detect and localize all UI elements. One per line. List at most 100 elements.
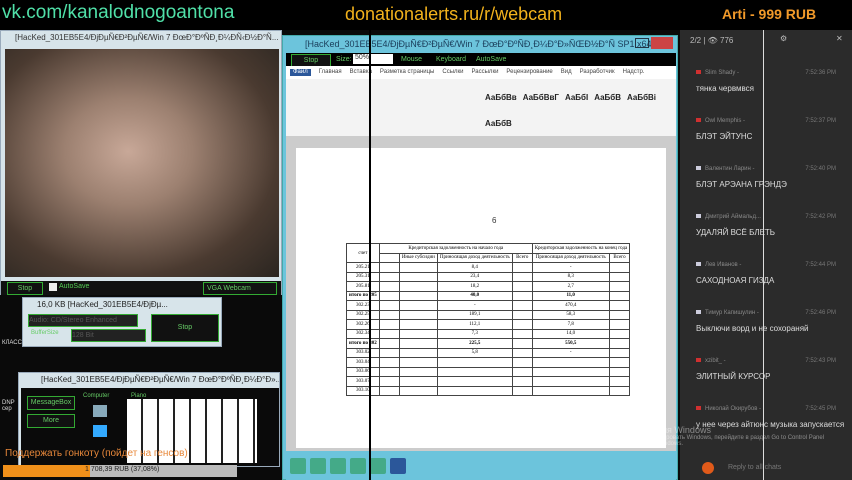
size-select[interactable]: 50% [353,54,393,64]
window-title: 16,0 KB [HacKed_301EB5E4/ÐjÐµ... [37,300,168,309]
platform-icon [696,358,701,362]
taskbar-app-icon[interactable] [350,458,366,474]
desktop-icon[interactable]: КЛАСС [2,340,22,346]
tab-view[interactable]: Вид [561,69,572,76]
table-cell [608,328,631,339]
table-cell: 7,3 [436,328,513,339]
page-number: 6 [492,216,497,225]
table-cell [511,357,533,368]
document-page[interactable]: 6 счет Кредиторская задолженность на нача… [296,148,666,448]
table-row: 303.10 [346,385,631,396]
table-header: счет [346,243,380,263]
tab-developer[interactable]: Разработчик [580,69,615,76]
table-cell [511,366,533,377]
style-preset[interactable]: АаБбВ [485,119,512,128]
viewers-count: 776 [720,36,734,45]
buffer-select[interactable]: 128 Bit [71,329,146,342]
style-preset[interactable]: АаБбВв [485,93,517,102]
mouse-checkbox[interactable]: Mouse [401,56,422,63]
table-cell: 302.23 [346,300,380,311]
table-row: 302.25 189,1 58,3 [346,309,631,320]
table-cell: - [531,262,610,273]
table-row: 303.04 [346,357,631,368]
chat-author: Николай Окирубов - [705,406,762,412]
table-cell [511,347,533,358]
maximize-icon[interactable] [635,38,649,48]
table-cell [511,271,533,282]
gear-icon[interactable]: ⚙ [780,34,787,43]
table-header: Приносящая доход деятельность [436,252,513,263]
chat-time: 7:52:40 PM [805,166,836,172]
table-row: 303.07 [346,376,631,387]
table-cell: 2,7 [531,281,610,292]
table-cell [511,262,533,273]
monitor-icon[interactable] [93,425,107,437]
chat-author: xzibit_ - [705,358,726,364]
tab-mailings[interactable]: Рассылки [471,69,498,76]
chat-header: 2/2 | 👁 776 ⚙ ✕ [690,34,843,45]
table-cell [378,309,400,320]
word-taskbar-icon[interactable] [390,458,406,474]
reply-input[interactable]: Reply to all chats [728,464,781,471]
desktop-icon[interactable]: DNP сер [2,400,16,412]
avatar [702,462,714,474]
table-cell: 225,5 [436,338,513,349]
stop-button[interactable]: Stop [7,282,43,295]
word-ribbon: Файл Главная Вставка Разметка страницы С… [286,66,676,136]
table-cell [511,338,533,349]
table-cell [531,366,610,377]
table-cell [608,262,631,273]
style-preset[interactable]: АаБбI [565,93,588,102]
table-cell [378,328,400,339]
table-header: Кредиторская задолженность на конец года [531,243,631,254]
autosave-checkbox[interactable]: AutoSave [476,56,506,63]
style-preset[interactable]: АаБбВі [627,93,656,102]
taskbar-app-icon[interactable] [330,458,346,474]
table-cell: 11,0 [531,290,610,301]
taskbar-app-icon[interactable] [310,458,326,474]
style-preset[interactable]: АаБбВ [594,93,621,102]
audio-stop-button[interactable]: Stop [151,314,219,342]
document-area[interactable]: 6 счет Кредиторская задолженность на нача… [286,136,676,451]
tab-references[interactable]: Ссылки [442,69,463,76]
tab-file[interactable]: Файл [290,69,311,76]
word-remote-window: [HacKed_301EB5E4/ÐjÐµÑ€Ð²ÐµÑ€/Win 7 ÐœÐ°… [282,35,678,480]
remote-taskbar [286,454,676,480]
table-header: Иные субсидии [398,252,438,263]
autosave-checkbox[interactable] [49,283,57,291]
table-cell [511,300,533,311]
messagebox-button[interactable]: MessageBox [27,396,75,410]
tab-home[interactable]: Главная [319,69,342,76]
table-cell [398,366,438,377]
table-cell: 8,3 [531,271,610,282]
tab-review[interactable]: Рецензирование [506,69,552,76]
chat-author: Валентин Ларин - [705,166,755,172]
start-icon[interactable] [290,458,306,474]
monitor-icon[interactable] [93,405,107,417]
platform-icon [696,406,701,410]
table-cell: 303.04 [346,357,380,368]
chat-text: БЛЭТ АРЭАНА ГРЭНДЭ [696,180,787,189]
debt-table: счет Кредиторская задолженность на начало… [346,243,631,396]
keyboard-checkbox[interactable]: Keyboard [436,56,466,63]
close-icon[interactable] [651,37,673,49]
table-row: 303.02 5,8 - [346,347,631,358]
chat-message: Slim Shady - 7:52:36 PM тянка червмвся [696,70,846,93]
table-cell [608,271,631,282]
chat-author: Slim Shady - [705,70,740,76]
table-row: 205.21 8,4 - [346,262,631,273]
table-row: итого по 302 225,5 550,5 [346,338,631,349]
buffer-label: BufferSize [31,330,59,336]
close-icon[interactable]: ✕ [836,34,843,43]
tab-addins[interactable]: Надстр. [623,69,645,76]
device-select[interactable]: Audio: CD/Stereo Enhanced [28,314,138,327]
table-cell: 205.81 [346,281,380,292]
table-cell: - [436,300,513,311]
table-cell [608,300,631,311]
style-preset[interactable]: АаБбВвГ [523,93,559,102]
tab-layout[interactable]: Разметка страницы [380,69,434,76]
more-button[interactable]: More [27,414,75,428]
taskbar-app-icon[interactable] [370,458,386,474]
source-select[interactable]: VGA Webcam [203,282,277,295]
table-cell: 58,3 [531,309,610,320]
